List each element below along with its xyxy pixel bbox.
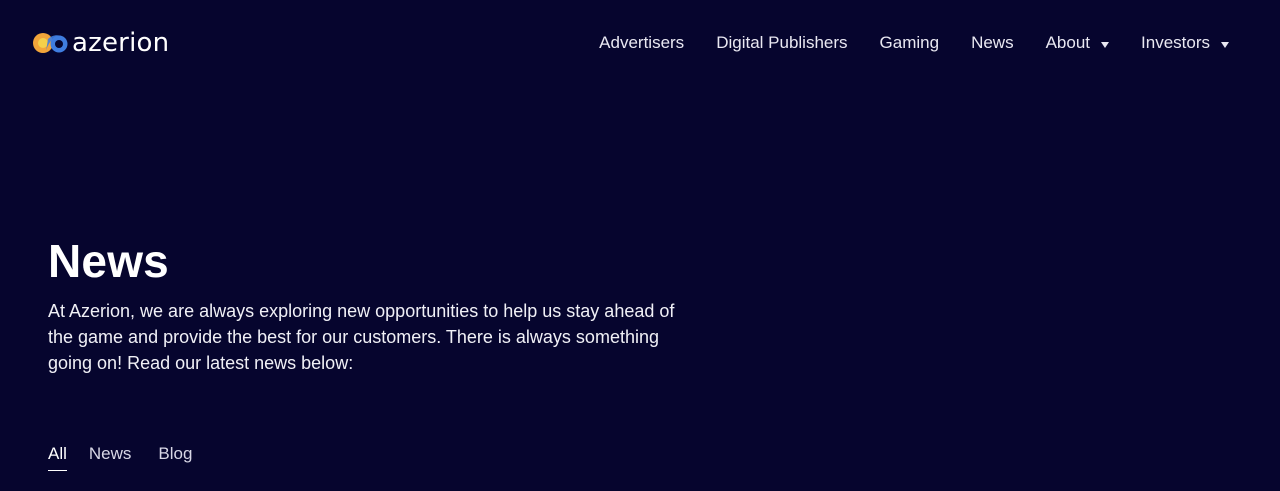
nav-item-label: Advertisers [599, 33, 685, 52]
azerion-logo-icon [33, 33, 68, 53]
nav-item-gaming[interactable]: Gaming [880, 31, 940, 55]
nav-item-about[interactable]: About [1045, 31, 1110, 55]
filter-tab-all[interactable]: All [48, 442, 67, 471]
logo-wordmark: azerion [72, 28, 170, 58]
nav-item-label: About [1045, 33, 1091, 52]
filter-tab-news[interactable]: News [89, 442, 132, 470]
nav-item-label: Digital Publishers [716, 33, 848, 52]
nav-item-news[interactable]: News [971, 31, 1014, 55]
news-filter-tabs: All News Blog [48, 442, 214, 471]
nav-item-digital-publishers[interactable]: Digital Publishers [716, 31, 847, 55]
caret-down-icon [1221, 42, 1229, 48]
site-header: azerion Advertisers Digital Publishers G… [0, 0, 1280, 86]
page-title: News [48, 235, 169, 287]
azerion-logo-link[interactable]: azerion [32, 28, 169, 58]
nav-item-advertisers[interactable]: Advertisers [599, 31, 684, 55]
page-intro: At Azerion, we are always exploring new … [48, 301, 675, 373]
hero-section: News At Azerion, we are always exploring… [48, 232, 708, 376]
main-nav: Advertisers Digital Publishers Gaming Ne… [599, 31, 1229, 55]
nav-item-label: Investors [1141, 33, 1210, 52]
nav-item-investors[interactable]: Investors [1141, 31, 1229, 55]
nav-item-label: Gaming [879, 33, 940, 52]
page: azerion Advertisers Digital Publishers G… [0, 0, 1280, 491]
caret-down-icon [1101, 42, 1110, 48]
nav-item-label: News [971, 33, 1014, 52]
filter-tab-blog[interactable]: Blog [158, 442, 192, 470]
